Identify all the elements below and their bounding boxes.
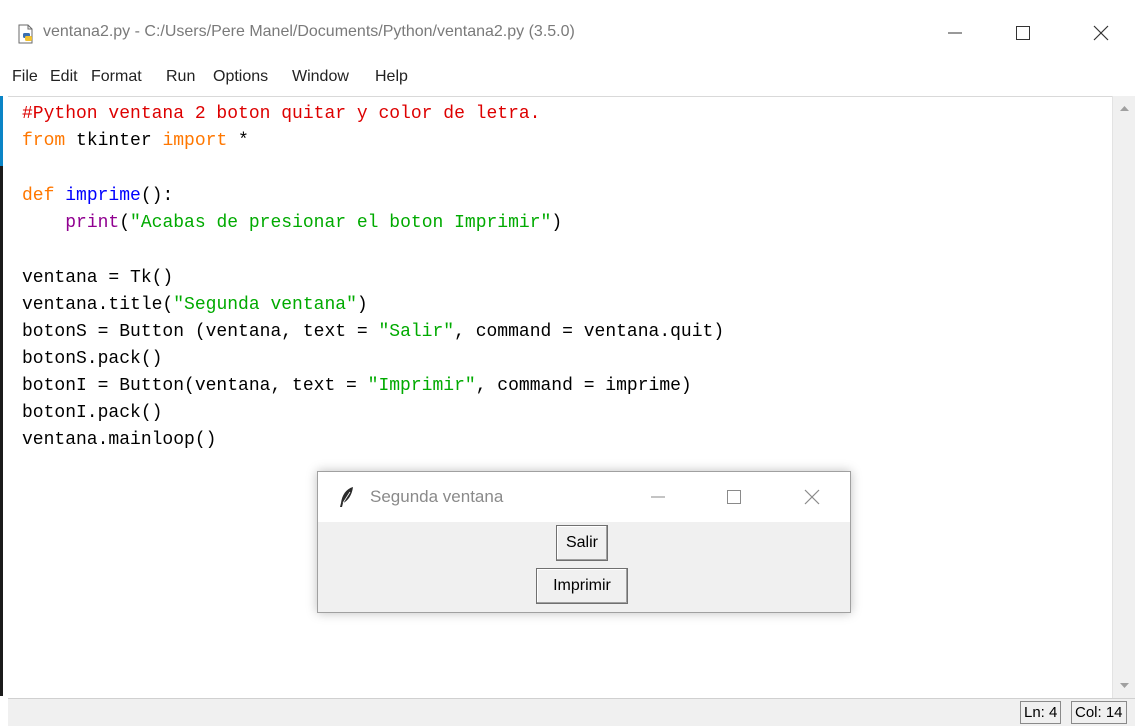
code-keyword: import [162, 131, 228, 151]
menu-bar: File Edit Format Run Options Window Help [0, 64, 1135, 92]
minimize-icon [948, 32, 962, 34]
code-text: ventana.title( [22, 295, 174, 315]
tk-close-button[interactable] [792, 478, 832, 516]
code-text: botonS = Button (ventana, text = [22, 322, 379, 342]
code-line-4: def imprime(): [22, 183, 173, 210]
code-text: ) [551, 213, 563, 233]
menu-help[interactable]: Help [375, 68, 408, 86]
code-text: , command = ventana.quit) [454, 322, 725, 342]
code-line-11: botonI = Button(ventana, text = "Imprimi… [22, 373, 692, 400]
status-bar: Ln: 4 Col: 14 [8, 698, 1135, 726]
idle-editor-window: ventana2.py - C:/Users/Pere Manel/Docume… [0, 0, 1135, 726]
arrow-down-icon [1120, 683, 1129, 688]
code-text: (): [140, 186, 174, 206]
tk-window: Segunda ventana Salir Imprimir [317, 471, 851, 613]
code-line-8: ventana.title("Segunda ventana") [22, 292, 368, 319]
window-title: ventana2.py - C:/Users/Pere Manel/Docume… [43, 23, 575, 40]
close-button[interactable] [1078, 10, 1124, 56]
code-line-7: ventana = Tk() [22, 268, 174, 288]
menu-options[interactable]: Options [213, 68, 268, 86]
maximize-button[interactable] [1000, 10, 1046, 56]
code-string: "Salir" [378, 322, 455, 342]
vertical-scrollbar[interactable] [1112, 96, 1135, 698]
code-keyword: def [22, 186, 55, 206]
tk-window-title: Segunda ventana [370, 487, 504, 506]
code-text: tkinter [65, 131, 163, 151]
title-bar[interactable]: ventana2.py - C:/Users/Pere Manel/Docume… [0, 0, 1135, 64]
scroll-up-button[interactable] [1113, 96, 1135, 122]
code-line-10: botonS.pack() [22, 349, 163, 369]
tk-minimize-button[interactable] [638, 478, 678, 516]
imprimir-button[interactable]: Imprimir [536, 568, 628, 604]
salir-button[interactable]: Salir [556, 525, 608, 561]
code-line-13: ventana.mainloop() [22, 430, 217, 450]
status-column-number: Col: 14 [1071, 701, 1127, 724]
code-text: , command = imprime) [475, 376, 692, 396]
code-line-1: #Python ventana 2 boton quitar y color d… [22, 101, 540, 128]
menu-window[interactable]: Window [292, 68, 349, 86]
arrow-up-icon [1120, 106, 1129, 111]
window-edge-accent [0, 96, 3, 166]
code-line-12: botonI.pack() [22, 403, 163, 423]
code-builtin: print [65, 213, 120, 233]
code-string: "Acabas de presionar el boton Imprimir" [130, 213, 552, 233]
code-line-5: print("Acabas de presionar el boton Impr… [22, 210, 562, 237]
tk-maximize-button[interactable] [714, 478, 754, 516]
scroll-down-button[interactable] [1113, 672, 1135, 698]
code-text: ) [356, 295, 368, 315]
code-text: * [227, 131, 249, 151]
code-line-9: botonS = Button (ventana, text = "Salir"… [22, 319, 724, 346]
code-line-2: from tkinter import * [22, 128, 249, 155]
maximize-icon [727, 490, 741, 504]
code-function-name: imprime [65, 186, 141, 206]
maximize-icon [1016, 26, 1030, 40]
close-icon [804, 489, 820, 505]
status-line-number: Ln: 4 [1020, 701, 1062, 724]
code-text: ( [119, 213, 131, 233]
menu-run[interactable]: Run [166, 68, 195, 86]
code-string: "Imprimir" [367, 376, 476, 396]
minimize-button[interactable] [932, 10, 978, 56]
code-text: botonI = Button(ventana, text = [22, 376, 368, 396]
minimize-icon [651, 496, 665, 498]
code-comment: #Python ventana 2 boton quitar y color d… [22, 104, 541, 124]
python-file-icon [18, 24, 33, 44]
close-icon [1093, 25, 1109, 41]
code-keyword: from [22, 131, 66, 151]
window-edge [0, 96, 3, 696]
code-string: "Segunda ventana" [173, 295, 357, 315]
tk-title-bar[interactable]: Segunda ventana [318, 472, 850, 522]
menu-edit[interactable]: Edit [50, 68, 78, 86]
tk-feather-icon [340, 487, 353, 507]
menu-format[interactable]: Format [91, 68, 142, 86]
menu-file[interactable]: File [12, 68, 38, 86]
